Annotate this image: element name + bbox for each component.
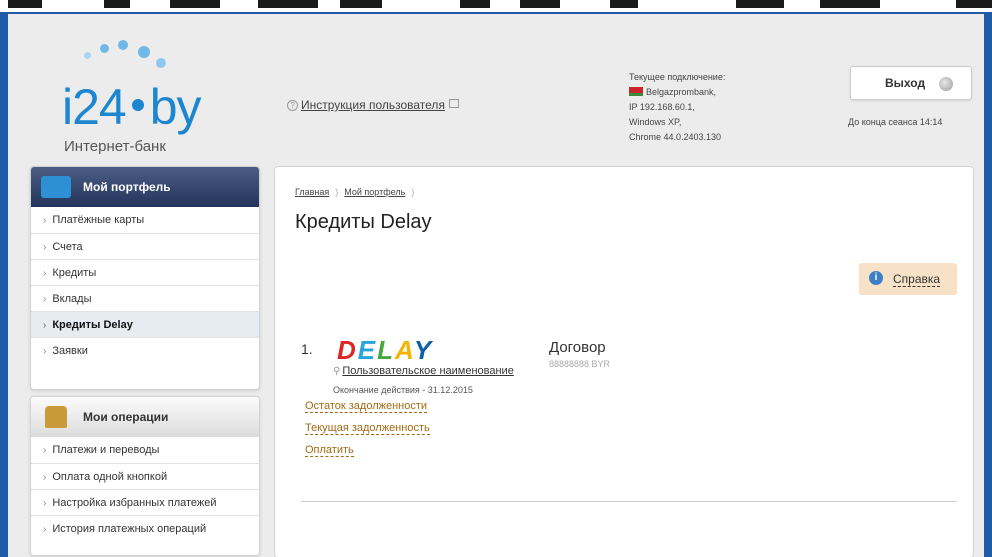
sidebar-operations-item[interactable]: › Платежи и переводы [31,437,259,463]
sidebar-operations-item-label: История платежных операций [52,523,207,535]
chevron-right-icon: › [43,524,47,535]
breadcrumb: Главная) Мой портфель) [295,187,415,197]
sidebar-portfolio-item-label: Платёжные карты [52,214,145,226]
portfolio-list: › Платёжные карты › Счета › Кредиты › Вклады › Кр… [31,207,259,363]
user-name-link[interactable]: Пользовательское наименование [342,365,514,377]
expiry-date: Окончание действия - 31.12.2015 [333,385,473,395]
operations-menu: Мои операции › Платежи и переводы › Оплата … [30,396,260,556]
sidebar-operations-item-label: Платежи и переводы [52,444,160,456]
page-title: Кредиты Delay [295,211,432,233]
portfolio-menu: Мой портфель › Платёжные карты › Счета › Кред… [30,166,260,390]
sidebar-portfolio-item[interactable]: › Кредиты Delay [31,311,259,337]
external-window-icon [448,99,459,108]
debt-balance-link[interactable]: Остаток задолженности [305,395,430,417]
chevron-right-icon: › [43,268,47,279]
chevron-right-icon: › [43,242,47,253]
user-guide-link-text[interactable]: Инструкция пользователя [301,98,445,112]
sidebar-portfolio-item[interactable]: › Счета [31,233,259,259]
user-name-field[interactable]: ⚲ Пользовательское наименование [333,365,514,377]
sidebar-portfolio-item-label: Кредиты [52,267,97,279]
app-window: i24 by Интернет-банк ? Инструкция пользова… [8,14,984,557]
sidebar-portfolio-item-label: Счета [52,241,83,253]
delay-logo: DELAY [337,335,434,365]
top-strip [0,0,992,12]
pay-link[interactable]: Оплатить [305,439,430,461]
current-debt-link[interactable]: Текущая задолженность [305,417,430,439]
account-number: 88888888 BYR [549,359,611,369]
portfolio-header: Мой портфель [31,167,259,207]
chevron-right-icon: › [43,472,47,483]
connection-os: Windows XP, [629,117,682,127]
bank-logo[interactable]: i24 by Интернет-банк [60,38,260,158]
chevron-right-icon: › [43,215,47,226]
chevron-right-icon: › [43,320,47,331]
sidebar-operations-item[interactable]: › История платежных операций [31,515,259,541]
help-label: Справка [893,272,941,287]
session-timer: До конца сеанса 14:14 [848,117,943,127]
power-knob-icon [939,77,953,91]
main-panel: Главная) Мой портфель) Кредиты Delay i Сп… [274,166,974,557]
sidebar-portfolio-item[interactable]: › Заявки [31,337,259,363]
sidebar-portfolio-item[interactable]: › Платёжные карты [31,207,259,233]
sidebar-portfolio-item-label: Вклады [52,293,92,305]
breadcrumb-home[interactable]: Главная [295,187,329,197]
connection-browser: Chrome 44.0.2403.130 [629,132,722,142]
operations-list: › Платежи и переводы › Оплата одной кнопкой… [31,437,259,541]
contract-label: Договор [549,339,606,356]
sidebar-operations-item-label: Оплата одной кнопкой [52,471,168,483]
connection-bank: Belgazprombank, [629,85,725,100]
chevron-right-icon: › [43,346,47,357]
connection-title: Текущее подключение: [629,72,726,82]
connection-info: Текущее подключение: Belgazprombank, IP … [629,70,725,145]
operations-header: Мои операции [31,397,259,437]
sidebar-portfolio-item[interactable]: › Кредиты [31,259,259,285]
pin-icon: ⚲ [333,366,341,377]
logo-text: i24 by [62,79,202,135]
user-guide-link[interactable]: ? Инструкция пользователя [287,98,459,112]
help-circle-icon: ? [287,100,298,111]
chevron-right-icon: › [43,498,47,509]
briefcase-icon [41,176,71,198]
sidebar-operations-item[interactable]: › Оплата одной кнопкой [31,463,259,489]
belarus-flag-icon [629,87,643,96]
chevron-right-icon: › [43,445,47,456]
breadcrumb-portfolio[interactable]: Мой портфель [344,187,405,197]
divider [301,501,957,502]
folder-icon [45,406,67,428]
sidebar-portfolio-item-label: Кредиты Delay [52,319,133,331]
credit-index: 1. [301,341,313,357]
logout-label: Выход [885,76,926,90]
sidebar-operations-item-label: Настройка избранных платежей [52,497,217,509]
logo-subtitle: Интернет-банк [64,138,166,155]
chevron-right-icon: › [43,294,47,305]
sidebar-operations-item[interactable]: › Настройка избранных платежей [31,489,259,515]
connection-ip: IP 192.168.60.1, [629,102,695,112]
credit-actions: Остаток задолженности Текущая задолженно… [305,395,430,461]
help-button[interactable]: i Справка [859,263,957,295]
logout-button[interactable]: Выход [850,66,972,100]
info-icon: i [869,271,883,285]
sidebar-portfolio-item[interactable]: › Вклады [31,285,259,311]
sidebar-portfolio-item-label: Заявки [52,345,88,357]
